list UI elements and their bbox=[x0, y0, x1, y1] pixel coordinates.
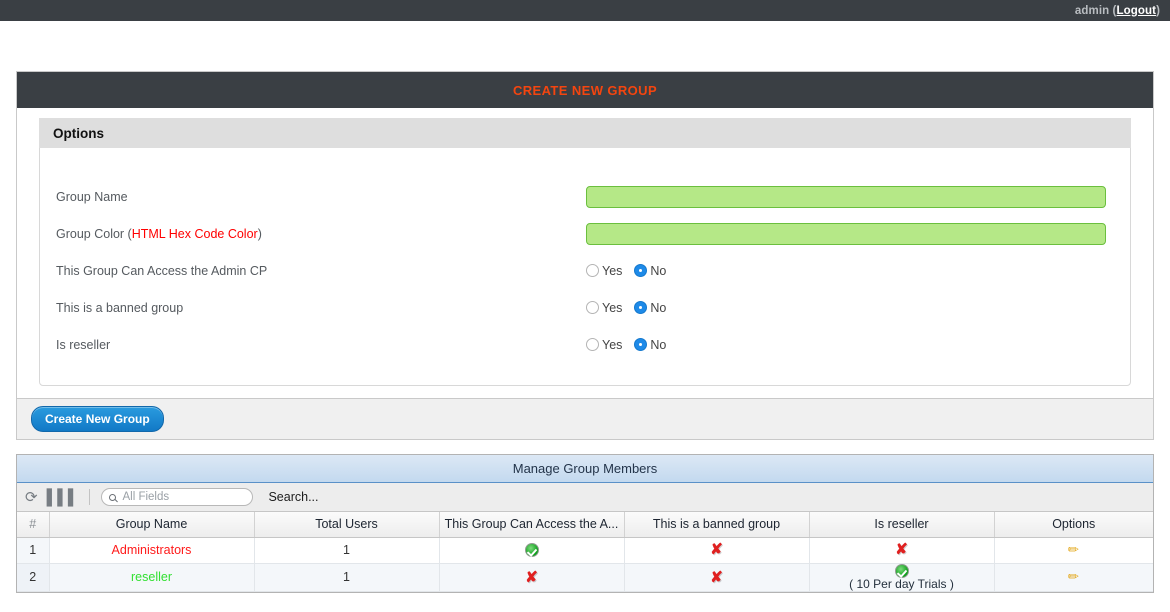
banned-yes-radio[interactable] bbox=[586, 301, 599, 314]
column-header-options[interactable]: Options bbox=[994, 512, 1153, 538]
row-total-users: 1 bbox=[254, 537, 440, 564]
grid-search-box[interactable] bbox=[101, 488, 254, 506]
banned-group-label: This is a banned group bbox=[56, 300, 184, 315]
top-admin-bar: admin (Logout) bbox=[0, 0, 1170, 21]
form-row-admin-cp: This Group Can Access the Admin CP Yes N… bbox=[40, 252, 1130, 289]
search-label: Search... bbox=[268, 490, 319, 504]
table-row[interactable]: 2 reseller 1 ✘ ✘ ( 10 Per day Trials ) ✎ bbox=[17, 563, 1153, 593]
group-members-table: # Group Name Total Users This Group Can … bbox=[17, 512, 1153, 593]
row-total-users: 1 bbox=[254, 563, 440, 593]
row-group-name: Administrators bbox=[49, 537, 255, 564]
cross-icon: ✘ bbox=[525, 568, 538, 586]
group-color-label-text: Group Color ( bbox=[56, 226, 132, 241]
grid-panel-header: Manage Group Members bbox=[17, 455, 1153, 483]
cross-icon: ✘ bbox=[710, 568, 723, 586]
options-legend: Options bbox=[39, 118, 1131, 148]
manage-group-members-panel: Manage Group Members ⟳ ▌▌▌ Search... bbox=[16, 454, 1154, 594]
row-options: ✎ bbox=[994, 563, 1153, 593]
create-group-panel-header: CREATE NEW GROUP bbox=[16, 71, 1154, 108]
group-name-label: Group Name bbox=[56, 189, 128, 204]
paren-close: ) bbox=[1156, 4, 1160, 17]
grid-title: Manage Group Members bbox=[512, 461, 658, 476]
group-name-value: Administrators bbox=[111, 543, 192, 557]
admin-cp-yes-label: Yes bbox=[602, 263, 623, 278]
row-banned: ✘ bbox=[624, 537, 810, 564]
logout-link[interactable]: Logout bbox=[1117, 5, 1157, 17]
create-group-title: CREATE NEW GROUP bbox=[512, 82, 658, 98]
form-row-group-name: Group Name bbox=[40, 178, 1130, 215]
reseller-trial-note: ( 10 Per day Trials ) bbox=[849, 577, 954, 592]
options-form: Group Name Group Color (HTML Hex Code Co… bbox=[40, 148, 1130, 363]
create-new-group-panel: CREATE NEW GROUP Options Group Name Grou… bbox=[16, 71, 1154, 440]
table-row[interactable]: 1 Administrators 1 ✘ ✘ ✎ bbox=[17, 537, 1153, 564]
admin-cp-no-label: No bbox=[650, 263, 667, 278]
hex-code-color-link[interactable]: HTML Hex Code Color bbox=[132, 227, 258, 241]
row-banned: ✘ bbox=[624, 563, 810, 593]
column-header-is-reseller[interactable]: Is reseller bbox=[809, 512, 995, 538]
reseller-yes-label: Yes bbox=[602, 337, 623, 352]
check-icon bbox=[524, 543, 539, 558]
is-reseller-label: Is reseller bbox=[56, 337, 111, 352]
cross-icon: ✘ bbox=[710, 541, 723, 559]
group-color-input[interactable] bbox=[586, 222, 1106, 245]
admin-cp-label: This Group Can Access the Admin CP bbox=[56, 263, 268, 278]
reseller-no-label: No bbox=[650, 337, 667, 352]
column-header-group-name[interactable]: Group Name bbox=[49, 512, 255, 538]
grid-search-input[interactable] bbox=[120, 490, 239, 504]
group-name-input[interactable] bbox=[586, 185, 1106, 208]
admin-cp-no-radio[interactable] bbox=[634, 264, 648, 277]
form-row-group-color: Group Color (HTML Hex Code Color) bbox=[40, 215, 1130, 252]
options-fieldset: Options Group Name Group Color (HTML Hex… bbox=[39, 118, 1131, 386]
column-header-total-users[interactable]: Total Users bbox=[254, 512, 440, 538]
header-spacer bbox=[0, 21, 1170, 71]
check-icon bbox=[894, 564, 909, 579]
reseller-yes-radio[interactable] bbox=[586, 338, 599, 351]
table-header-row: # Group Name Total Users This Group Can … bbox=[17, 512, 1153, 538]
banned-no-radio[interactable] bbox=[634, 301, 648, 314]
group-color-label-end: ) bbox=[257, 226, 262, 241]
form-row-banned-group: This is a banned group Yes No bbox=[40, 289, 1130, 326]
banned-yes-label: Yes bbox=[602, 300, 623, 315]
edit-pencil-icon[interactable]: ✎ bbox=[1065, 540, 1083, 558]
search-icon bbox=[109, 493, 117, 501]
columns-icon[interactable]: ▌▌▌ bbox=[47, 490, 79, 505]
form-row-is-reseller: Is reseller Yes No bbox=[40, 326, 1130, 363]
group-color-label: Group Color (HTML Hex Code Color) bbox=[56, 227, 586, 241]
row-is-reseller: ( 10 Per day Trials ) bbox=[809, 563, 995, 593]
page-content: CREATE NEW GROUP Options Group Name Grou… bbox=[0, 71, 1170, 594]
row-admin-cp bbox=[439, 537, 625, 564]
create-group-panel-body: Options Group Name Group Color (HTML Hex… bbox=[16, 108, 1154, 399]
paren-open: ( bbox=[1109, 4, 1117, 17]
create-new-group-button[interactable]: Create New Group bbox=[31, 406, 164, 432]
row-is-reseller: ✘ bbox=[809, 537, 995, 564]
edit-pencil-icon[interactable]: ✎ bbox=[1065, 568, 1083, 586]
row-index: 2 bbox=[17, 563, 50, 593]
grid-toolbar: ⟳ ▌▌▌ Search... bbox=[17, 483, 1153, 512]
row-index: 1 bbox=[17, 537, 50, 564]
cross-icon: ✘ bbox=[895, 541, 908, 559]
column-header-banned[interactable]: This is a banned group bbox=[624, 512, 810, 538]
column-header-index[interactable]: # bbox=[17, 512, 50, 538]
admin-username: admin bbox=[1074, 4, 1110, 17]
column-header-admin-cp[interactable]: This Group Can Access the A... bbox=[439, 512, 625, 538]
row-admin-cp: ✘ bbox=[439, 563, 625, 593]
options-legend-label: Options bbox=[53, 125, 104, 141]
row-group-name: reseller bbox=[49, 563, 255, 593]
refresh-icon[interactable]: ⟳ bbox=[25, 490, 38, 505]
admin-cp-radio-group: Yes No bbox=[586, 264, 675, 278]
banned-radio-group: Yes No bbox=[586, 301, 675, 315]
row-options: ✎ bbox=[994, 537, 1153, 564]
toolbar-divider bbox=[89, 489, 91, 505]
banned-no-label: No bbox=[650, 300, 667, 315]
reseller-radio-group: Yes No bbox=[586, 338, 675, 352]
reseller-no-radio[interactable] bbox=[634, 338, 648, 351]
admin-cp-yes-radio[interactable] bbox=[586, 264, 599, 277]
group-name-value: reseller bbox=[131, 570, 172, 585]
create-group-panel-footer: Create New Group bbox=[16, 399, 1154, 440]
admin-session-info: admin (Logout) bbox=[1075, 5, 1160, 17]
